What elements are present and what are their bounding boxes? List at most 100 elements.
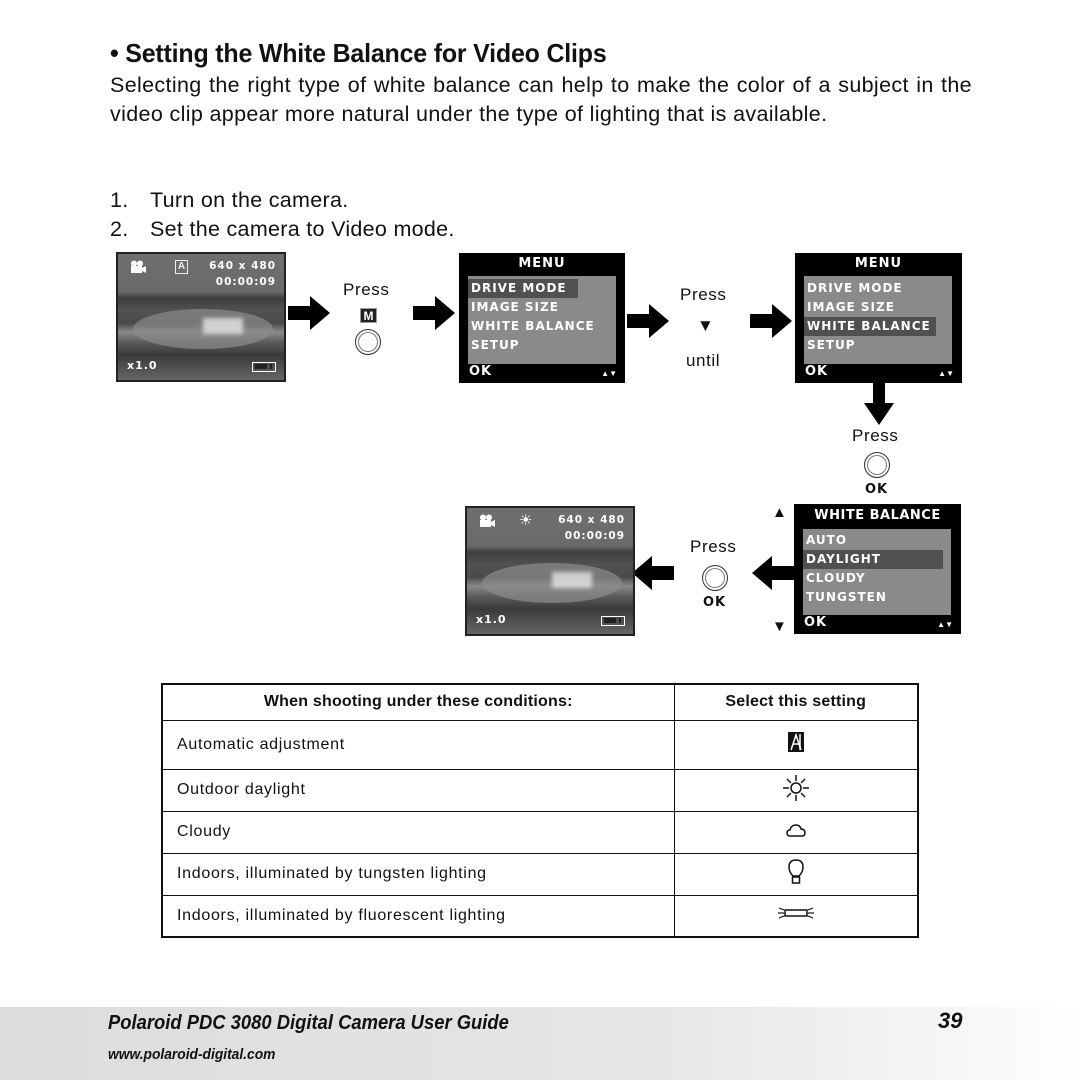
setting-cell: [673, 768, 919, 812]
arrow-right-icon: [413, 296, 455, 330]
step-item: 2. Set the camera to Video mode.: [110, 215, 455, 244]
scroll-down-icon[interactable]: ▼: [772, 618, 787, 635]
menu-ok-hint: OK: [804, 615, 828, 630]
table-row: Automatic adjustment: [161, 719, 919, 770]
wb-item-cloudy[interactable]: CLOUDY: [803, 569, 951, 588]
condition-cell: Outdoor daylight: [161, 768, 675, 812]
menu-screen-drive-mode: MENU DRIVE MODE IMAGE SIZE WHITE BALANCE…: [459, 253, 625, 383]
arrow-left-icon: [752, 556, 794, 590]
press-label: Press: [852, 426, 899, 445]
zoom-readout: x1.0: [476, 613, 507, 626]
daylight-icon: ☀: [519, 512, 533, 529]
condition-cell: Automatic adjustment: [161, 719, 675, 770]
step-item: 1. Turn on the camera.: [110, 186, 455, 215]
video-camera-icon: [480, 514, 495, 527]
down-button-icon[interactable]: ▼: [697, 316, 714, 336]
arrow-right-icon: [750, 304, 792, 338]
menu-nav-hint: ▲▼: [937, 620, 953, 629]
setting-cell: [673, 894, 919, 938]
arrow-left-icon: [632, 556, 674, 590]
auto-wb-icon: [787, 732, 804, 752]
footer-title: Polaroid PDC 3080 Digital Camera User Gu…: [108, 1012, 509, 1034]
menu-screen-white-balance: MENU DRIVE MODE IMAGE SIZE WHITE BALANCE…: [795, 253, 962, 383]
battery-icon: [601, 616, 625, 626]
scene-highlight: [552, 572, 592, 588]
page-number: 39: [938, 1008, 963, 1033]
step-text: Turn on the camera.: [150, 188, 349, 212]
step-number: 1.: [110, 188, 129, 212]
condition-cell: Indoors, illuminated by tungsten lightin…: [161, 852, 675, 896]
ok-button-label: OK: [865, 482, 889, 497]
ok-button[interactable]: [864, 452, 890, 478]
menu-nav-hint: ▲▼: [938, 369, 954, 378]
menu-button[interactable]: [355, 329, 381, 355]
section-heading: • Setting the White Balance for Video Cl…: [110, 38, 607, 68]
scene-highlight: [203, 318, 243, 334]
step-text: Set the camera to Video mode.: [150, 217, 455, 241]
cloud-icon: [785, 823, 806, 837]
table-header-row: When shooting under these conditions: Se…: [161, 683, 919, 721]
menu-item-drive-mode[interactable]: DRIVE MODE: [468, 279, 578, 298]
press-label: Press: [343, 280, 390, 299]
menu-item-setup[interactable]: SETUP: [468, 336, 616, 355]
table-row: Indoors, illuminated by tungsten lightin…: [161, 852, 919, 896]
header-conditions: When shooting under these conditions:: [161, 683, 675, 721]
steps-list: 1. Turn on the camera. 2. Set the camera t…: [110, 186, 455, 244]
liveview-screen-daylight: ☀ 640 x 480 00:00:09 x1.0: [465, 506, 635, 636]
condition-cell: Cloudy: [161, 810, 675, 854]
until-label: until: [686, 351, 721, 370]
menu-title: WHITE BALANCE: [814, 508, 941, 523]
wb-item-daylight[interactable]: DAYLIGHT: [803, 550, 943, 569]
video-camera-icon: [131, 260, 146, 273]
menu-panel: AUTO DAYLIGHT CLOUDY TUNGSTEN: [803, 529, 951, 615]
scroll-up-icon[interactable]: ▲: [772, 504, 787, 521]
auto-wb-icon: A: [175, 260, 188, 274]
liveview-screen-auto: A 640 x 480 00:00:09 x1.0: [116, 252, 286, 382]
resolution-readout: 640 x 480: [209, 260, 276, 272]
white-balance-table: When shooting under these conditions: Se…: [161, 683, 919, 938]
menu-item-white-balance[interactable]: WHITE BALANCE: [468, 317, 616, 336]
setting-cell: [673, 852, 919, 896]
resolution-readout: 640 x 480: [558, 514, 625, 526]
time-readout: 00:00:09: [215, 276, 276, 288]
menu-ok-hint: OK: [805, 364, 829, 379]
menu-nav-hint: ▲▼: [601, 369, 617, 378]
ok-button-label: OK: [703, 595, 727, 610]
wb-item-auto[interactable]: AUTO: [803, 531, 951, 550]
zoom-readout: x1.0: [127, 359, 158, 372]
time-readout: 00:00:09: [564, 530, 625, 542]
menu-ok-hint: OK: [469, 364, 493, 379]
setting-cell: [673, 810, 919, 854]
wb-item-tungsten[interactable]: TUNGSTEN: [803, 588, 951, 607]
menu-title: MENU: [518, 256, 566, 271]
light-bulb-icon: [787, 858, 804, 884]
ok-button[interactable]: [702, 565, 728, 591]
menu-item-image-size[interactable]: IMAGE SIZE: [468, 298, 616, 317]
battery-icon: [252, 362, 276, 372]
menu-panel: DRIVE MODE IMAGE SIZE WHITE BALANCE SETU…: [468, 276, 616, 364]
press-label: Press: [690, 537, 737, 556]
table-row: Cloudy: [161, 810, 919, 854]
arrow-right-icon: [288, 296, 330, 330]
menu-panel: DRIVE MODE IMAGE SIZE WHITE BALANCE SETU…: [804, 276, 952, 364]
white-balance-menu-screen: WHITE BALANCE AUTO DAYLIGHT CLOUDY TUNGS…: [794, 504, 961, 634]
step-number: 2.: [110, 217, 129, 241]
sun-icon: [782, 774, 809, 801]
menu-item-drive-mode[interactable]: DRIVE MODE: [804, 279, 952, 298]
table-row: Outdoor daylight: [161, 768, 919, 812]
press-label: Press: [680, 285, 727, 304]
arrow-right-icon: [627, 304, 669, 338]
menu-title: MENU: [854, 256, 903, 271]
table-row: Indoors, illuminated by fluorescent ligh…: [161, 894, 919, 938]
header-setting: Select this setting: [673, 683, 919, 721]
menu-item-image-size[interactable]: IMAGE SIZE: [804, 298, 952, 317]
menu-item-setup[interactable]: SETUP: [804, 336, 952, 355]
fluorescent-tube-icon: [777, 907, 814, 919]
footer-url[interactable]: www.polaroid-digital.com: [108, 1046, 275, 1063]
arrow-down-icon: [864, 383, 894, 425]
menu-item-white-balance[interactable]: WHITE BALANCE: [804, 317, 936, 336]
condition-cell: Indoors, illuminated by fluorescent ligh…: [161, 894, 675, 938]
menu-button-badge: M: [360, 308, 377, 323]
setting-cell: [673, 719, 919, 770]
intro-paragraph: Selecting the right type of white balanc…: [110, 73, 972, 126]
